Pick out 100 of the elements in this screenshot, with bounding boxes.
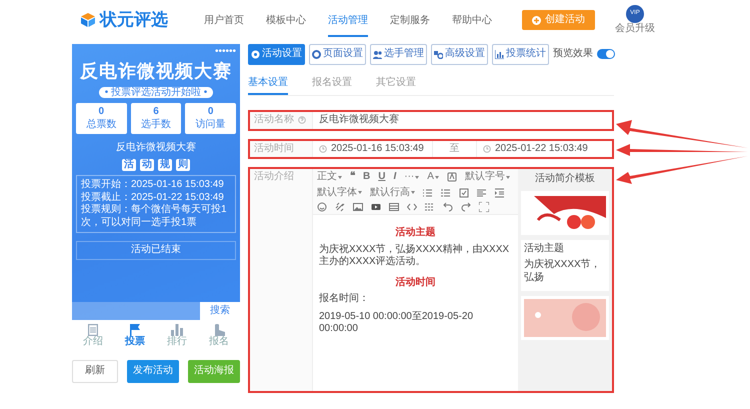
divider-icon — [425, 202, 435, 212]
template-text: 为庆祝XXXX节，弘扬 — [524, 259, 602, 284]
toolbar-dropdown[interactable]: A — [426, 171, 440, 184]
name-input[interactable]: 反电诈微视频大赛 — [312, 112, 612, 128]
undo-icon — [443, 202, 453, 212]
table-icon — [389, 202, 399, 212]
toolbar-button[interactable] — [478, 202, 490, 212]
toolbar-button[interactable] — [352, 202, 364, 212]
field-label: 活动时间 — [250, 140, 312, 157]
content-heading: 活动时间 — [394, 276, 436, 289]
bottom-tab[interactable]: 介绍 — [72, 320, 114, 352]
settings-tab-button[interactable]: 选手管理 — [370, 44, 427, 64]
toolbar-button[interactable] — [370, 202, 382, 212]
checkbox-icon — [459, 188, 469, 198]
nav-link[interactable]: 定制服务 — [390, 2, 430, 38]
toolbar-dropdown[interactable]: 默认行高 — [369, 186, 416, 199]
bottom-tab[interactable]: 排行 — [156, 320, 198, 352]
toolbar-button[interactable] — [494, 186, 506, 199]
stat-label: 访问量 — [194, 118, 227, 131]
toolbar-button[interactable]: I — [392, 171, 398, 184]
preview-toggle[interactable] — [597, 49, 615, 60]
search-button[interactable]: 搜索 — [200, 302, 240, 320]
nav-link[interactable]: 帮助中心 — [452, 2, 492, 38]
bar-chart-icon — [495, 50, 504, 59]
stat-value: 6 — [152, 106, 160, 118]
date-input[interactable]: 2025-01-22 15:03:49 — [476, 140, 612, 157]
toolbar-dropdown[interactable]: 正文 — [316, 171, 343, 184]
clock-icon — [319, 144, 327, 153]
field-label: 活动名称 — [254, 114, 294, 126]
toolbar-button[interactable]: B — [362, 171, 372, 184]
toolbar-button[interactable] — [440, 186, 452, 199]
caret-icon — [358, 191, 362, 194]
more-dots[interactable]: •••••• — [76, 48, 236, 56]
stat-value: 0 — [98, 106, 106, 118]
bottom-tab[interactable]: 投票 — [114, 320, 156, 352]
toolbar-button[interactable] — [458, 186, 470, 199]
nav-link[interactable]: 活动管理 — [328, 2, 368, 38]
stat-label: 总票数 — [85, 118, 118, 131]
settings-subtab[interactable]: 其它设置 — [376, 72, 416, 95]
code-icon — [407, 202, 417, 212]
caret-icon — [506, 176, 510, 179]
settings-tab-button[interactable]: 页面设置 — [309, 44, 366, 64]
rule-line: 投票截止：2025-01-22 15:03:49 — [81, 192, 225, 204]
rules-title-char: 动 — [140, 158, 154, 171]
flag-icon — [129, 324, 141, 336]
toolbar-button[interactable] — [422, 186, 434, 199]
redo-icon — [461, 202, 471, 212]
nav-link[interactable]: 用户首页 — [204, 2, 244, 38]
cube-icon — [80, 12, 96, 28]
template-text: 活动主题 — [524, 242, 565, 255]
help-icon — [298, 116, 306, 124]
toolbar-dropdown[interactable]: ··· — [403, 171, 420, 184]
align-icon — [477, 188, 487, 198]
activity-ended-status: 活动已结束 — [76, 241, 236, 260]
toolbar-button[interactable] — [442, 202, 454, 212]
settings-tab-button[interactable]: 投票统计 — [492, 44, 549, 64]
circle-icon — [312, 50, 321, 59]
bottom-tab[interactable]: 报名 — [198, 320, 240, 352]
date-input[interactable]: 2025-01-16 15:03:49 — [312, 140, 432, 157]
caret-icon — [338, 176, 342, 179]
fullscreen-icon — [479, 202, 489, 212]
field-label: 活动介绍 — [250, 169, 312, 391]
toolbar-button[interactable] — [424, 202, 436, 212]
caret-icon — [411, 191, 415, 194]
date-separator: 至 — [450, 142, 460, 154]
template-card[interactable]: 活动主题 为庆祝XXXX节，弘扬 — [521, 240, 609, 291]
toolbar-button[interactable]: ❝ — [349, 171, 356, 184]
toolbar-button[interactable] — [460, 202, 472, 212]
plus-icon — [532, 16, 541, 24]
toolbar-button[interactable] — [406, 202, 418, 212]
toolbar-dropdown[interactable]: 默认字号 — [464, 171, 511, 184]
settings-tab-button[interactable]: 高级设置 — [431, 44, 488, 64]
toolbar-button[interactable]: U — [377, 171, 386, 184]
settings-subtab[interactable]: 基本设置 — [248, 72, 288, 95]
preview-toggle-label: 预览效果 — [553, 48, 593, 60]
action-button[interactable]: 发布活动 — [127, 360, 179, 382]
content-heading: 活动主题 — [394, 227, 436, 240]
activity-name: 反电诈微视频大赛 — [115, 142, 197, 154]
logo-text: 状元评选 — [100, 9, 168, 31]
create-activity-button[interactable]: 创建活动 — [522, 10, 595, 30]
action-button[interactable]: 刷新 — [72, 360, 118, 382]
toolbar-dropdown[interactable]: 默认字体 — [316, 186, 363, 199]
rule-line: 投票规则：每个微信号每天可投1次，可以对同一选手投1票 — [81, 204, 228, 229]
member-upgrade-link[interactable]: 会员升级 — [615, 22, 655, 36]
smiley-icon — [317, 202, 327, 212]
stat-value: 0 — [206, 106, 214, 118]
settings-tab-button[interactable]: 活动设置 — [248, 44, 305, 64]
nav-link[interactable]: 模板中心 — [266, 2, 306, 38]
content-paragraph: 2019-05-10 00:00:00至2019-05-20 00:00:00 — [319, 310, 474, 336]
action-button[interactable]: 活动海报 — [188, 360, 240, 382]
content-paragraph: 为庆祝XXXX节，弘扬XXXX精神，由XXXX主办的XXXX评选活动。 — [319, 244, 510, 268]
toolbar-button[interactable] — [316, 202, 328, 212]
caret-icon — [434, 176, 439, 179]
settings-subtab[interactable]: 报名设置 — [312, 72, 352, 95]
numbered-list-icon — [441, 188, 451, 198]
toolbar-button[interactable] — [446, 171, 458, 184]
clock-icon — [483, 144, 491, 153]
toolbar-button[interactable] — [476, 186, 488, 199]
rules-title-char: 则 — [176, 158, 190, 171]
toolbar-button[interactable] — [388, 202, 400, 212]
